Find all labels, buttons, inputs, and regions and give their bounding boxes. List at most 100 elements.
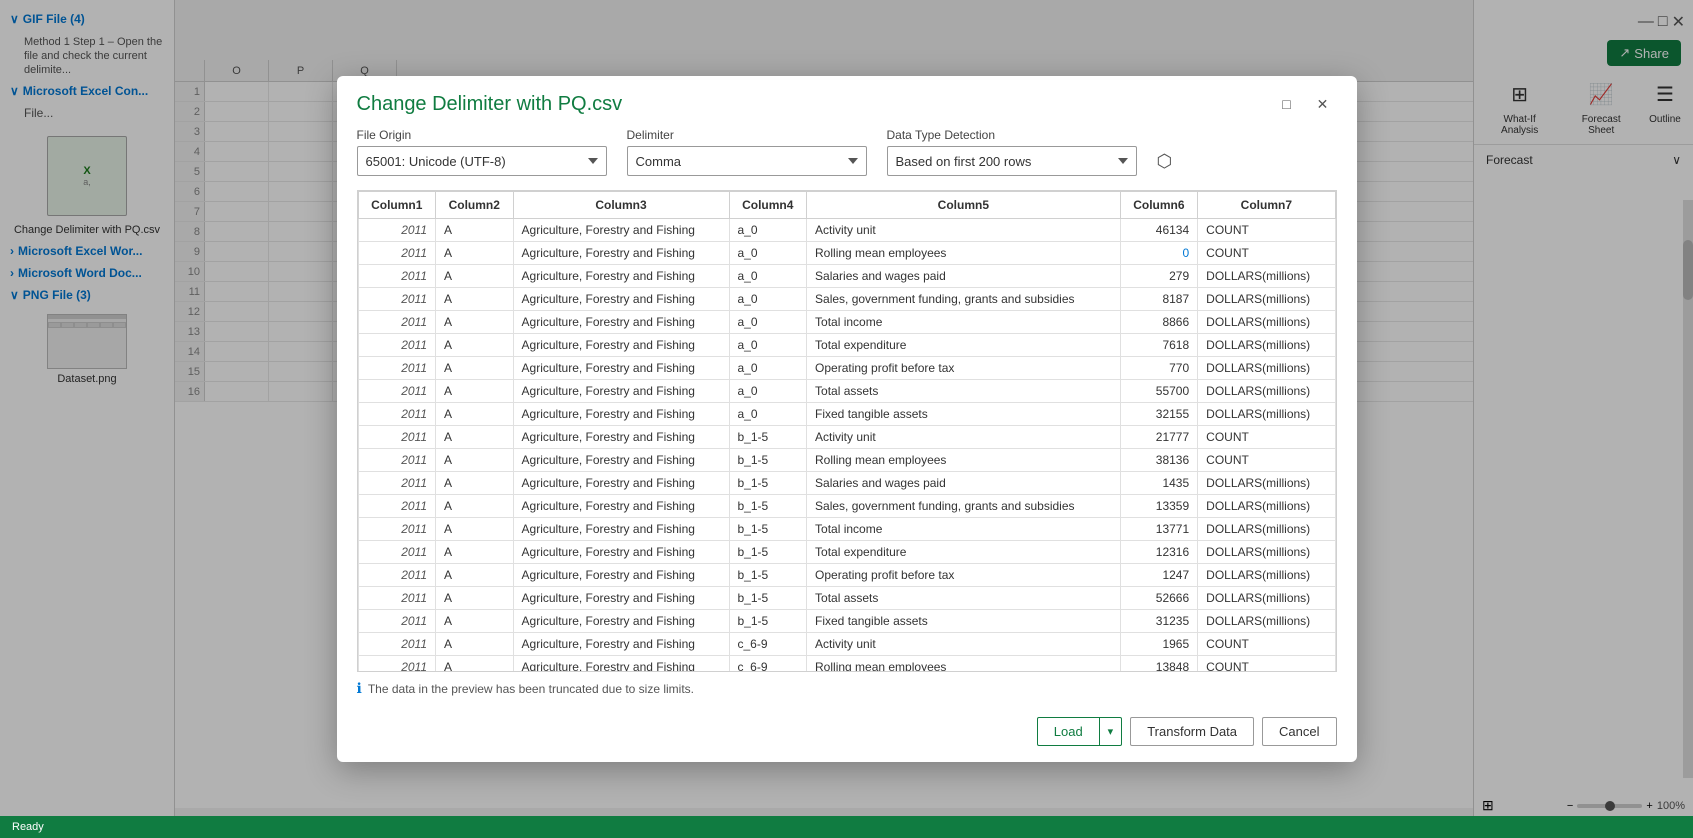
- modal-close-btn[interactable]: ✕: [1309, 90, 1337, 118]
- table-cell: 2011: [358, 426, 436, 449]
- file-origin-select[interactable]: 65001: Unicode (UTF-8)1252: Western Euro…: [357, 146, 607, 176]
- table-cell: A: [436, 426, 514, 449]
- modal-maximize-btn[interactable]: □: [1273, 90, 1301, 118]
- table-cell: A: [436, 288, 514, 311]
- transform-data-button[interactable]: Transform Data: [1130, 717, 1254, 746]
- table-row: 2011AAgriculture, Forestry and Fishingc_…: [358, 656, 1335, 672]
- table-cell: A: [436, 472, 514, 495]
- modal-title: Change Delimiter with PQ.csv: [357, 93, 623, 116]
- table-row: 2011AAgriculture, Forestry and Fishinga_…: [358, 288, 1335, 311]
- table-cell: Operating profit before tax: [807, 564, 1121, 587]
- table-row: 2011AAgriculture, Forestry and Fishinga_…: [358, 265, 1335, 288]
- table-cell: b_1-5: [729, 472, 807, 495]
- table-cell: 21777: [1120, 426, 1198, 449]
- data-preview-table: Column1Column2Column3Column4Column5Colum…: [358, 191, 1336, 671]
- table-row: 2011AAgriculture, Forestry and Fishinga_…: [358, 311, 1335, 334]
- table-cell: Rolling mean employees: [807, 242, 1121, 265]
- table-cell: b_1-5: [729, 518, 807, 541]
- data-type-group: Data Type Detection Based on first 200 r…: [887, 128, 1137, 176]
- col-header-column3: Column3: [513, 192, 729, 219]
- table-cell: A: [436, 564, 514, 587]
- table-cell: DOLLARS(millions): [1198, 472, 1335, 495]
- table-cell: Total expenditure: [807, 334, 1121, 357]
- file-origin-label: File Origin: [357, 128, 607, 142]
- table-cell: Agriculture, Forestry and Fishing: [513, 656, 729, 672]
- cancel-button[interactable]: Cancel: [1262, 717, 1336, 746]
- table-cell: A: [436, 403, 514, 426]
- table-cell: 13848: [1120, 656, 1198, 672]
- table-cell: A: [436, 656, 514, 672]
- table-cell: Agriculture, Forestry and Fishing: [513, 380, 729, 403]
- table-cell: 0: [1120, 242, 1198, 265]
- table-row: 2011AAgriculture, Forestry and Fishinga_…: [358, 357, 1335, 380]
- table-cell: 55700: [1120, 380, 1198, 403]
- info-text: The data in the preview has been truncat…: [368, 682, 694, 696]
- table-cell: 2011: [358, 288, 436, 311]
- table-cell: 32155: [1120, 403, 1198, 426]
- table-cell: a_0: [729, 242, 807, 265]
- table-cell: Activity unit: [807, 426, 1121, 449]
- table-cell: Agriculture, Forestry and Fishing: [513, 633, 729, 656]
- table-cell: Rolling mean employees: [807, 656, 1121, 672]
- table-cell: 2011: [358, 311, 436, 334]
- table-body: 2011AAgriculture, Forestry and Fishinga_…: [358, 219, 1335, 672]
- load-dropdown-button[interactable]: ▾: [1100, 717, 1123, 746]
- table-cell: A: [436, 495, 514, 518]
- table-cell: b_1-5: [729, 426, 807, 449]
- table-cell: A: [436, 541, 514, 564]
- data-preview-scroll[interactable]: Column1Column2Column3Column4Column5Colum…: [358, 191, 1336, 671]
- table-cell: A: [436, 633, 514, 656]
- table-cell: 770: [1120, 357, 1198, 380]
- dialog-change-delimiter: Change Delimiter with PQ.csv □ ✕ File Or…: [337, 76, 1357, 762]
- table-cell: 7618: [1120, 334, 1198, 357]
- status-text: Ready: [12, 821, 44, 833]
- table-cell: DOLLARS(millions): [1198, 357, 1335, 380]
- table-cell: DOLLARS(millions): [1198, 403, 1335, 426]
- table-cell: DOLLARS(millions): [1198, 334, 1335, 357]
- delimiter-select[interactable]: CommaTabSemicolonSpaceCustom: [627, 146, 867, 176]
- table-cell: COUNT: [1198, 656, 1335, 672]
- file-origin-group: File Origin 65001: Unicode (UTF-8)1252: …: [357, 128, 607, 176]
- table-cell: 1965: [1120, 633, 1198, 656]
- table-cell: A: [436, 265, 514, 288]
- table-cell: Fixed tangible assets: [807, 403, 1121, 426]
- table-row: 2011AAgriculture, Forestry and Fishingb_…: [358, 518, 1335, 541]
- table-cell: b_1-5: [729, 541, 807, 564]
- table-cell: Salaries and wages paid: [807, 472, 1121, 495]
- table-cell: c_6-9: [729, 633, 807, 656]
- table-cell: Agriculture, Forestry and Fishing: [513, 265, 729, 288]
- modal-titlebar: Change Delimiter with PQ.csv □ ✕: [337, 76, 1357, 128]
- data-type-select[interactable]: Based on first 200 rowsBased on entire d…: [887, 146, 1137, 176]
- table-cell: 2011: [358, 633, 436, 656]
- table-cell: 8866: [1120, 311, 1198, 334]
- table-cell: b_1-5: [729, 587, 807, 610]
- table-cell: a_0: [729, 334, 807, 357]
- table-cell: b_1-5: [729, 495, 807, 518]
- table-row: 2011AAgriculture, Forestry and Fishinga_…: [358, 403, 1335, 426]
- table-cell: COUNT: [1198, 633, 1335, 656]
- table-cell: 1435: [1120, 472, 1198, 495]
- table-cell: 2011: [358, 219, 436, 242]
- export-icon[interactable]: ⬡: [1157, 151, 1173, 172]
- table-cell: Agriculture, Forestry and Fishing: [513, 587, 729, 610]
- col-header-column5: Column5: [807, 192, 1121, 219]
- table-cell: COUNT: [1198, 449, 1335, 472]
- table-cell: a_0: [729, 311, 807, 334]
- table-cell: Agriculture, Forestry and Fishing: [513, 403, 729, 426]
- table-cell: 2011: [358, 587, 436, 610]
- table-cell: Agriculture, Forestry and Fishing: [513, 334, 729, 357]
- load-button[interactable]: Load: [1037, 717, 1100, 746]
- table-cell: DOLLARS(millions): [1198, 587, 1335, 610]
- table-cell: A: [436, 380, 514, 403]
- table-cell: 2011: [358, 564, 436, 587]
- table-cell: A: [436, 587, 514, 610]
- modal-window-buttons: □ ✕: [1273, 90, 1337, 118]
- table-cell: Total assets: [807, 380, 1121, 403]
- delimiter-label: Delimiter: [627, 128, 867, 142]
- table-cell: 2011: [358, 541, 436, 564]
- table-row: 2011AAgriculture, Forestry and Fishingb_…: [358, 564, 1335, 587]
- table-cell: A: [436, 311, 514, 334]
- col-header-column7: Column7: [1198, 192, 1335, 219]
- table-cell: Agriculture, Forestry and Fishing: [513, 426, 729, 449]
- info-icon: ℹ: [357, 680, 362, 697]
